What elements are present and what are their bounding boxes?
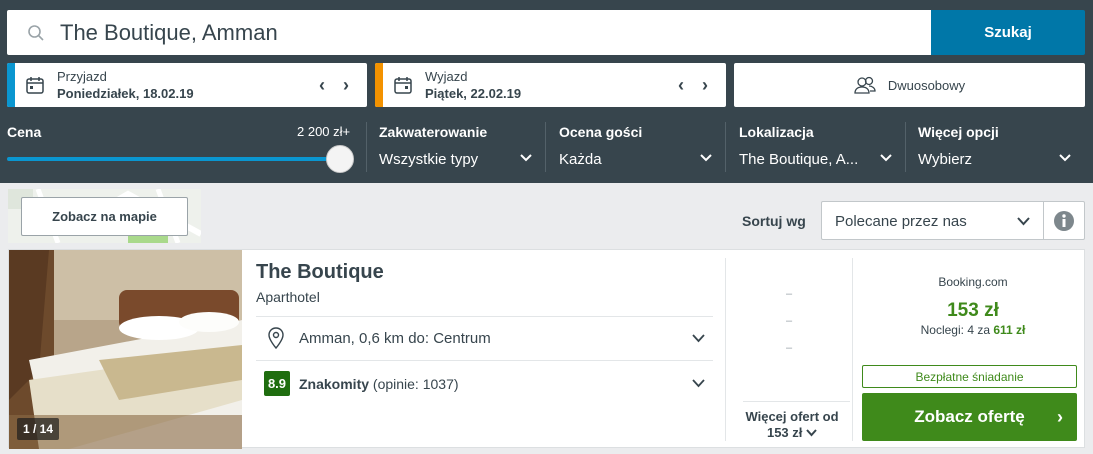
checkout-value: Piątek, 22.02.19	[425, 86, 522, 101]
filter-divider	[366, 122, 367, 172]
chevron-right-icon[interactable]: ›	[343, 76, 349, 94]
hotel-location: Amman, 0,6 km do: Centrum	[299, 330, 491, 347]
search-button[interactable]: Szukaj	[931, 10, 1085, 55]
info-icon	[1054, 210, 1074, 231]
location-filter-value[interactable]: The Boutique, A...	[739, 151, 858, 168]
price-slider-handle[interactable]	[326, 145, 354, 173]
offer-nights: Noclegi: 4 za 611 zł	[861, 323, 1085, 337]
empty-offer-dash: –	[786, 288, 793, 300]
divider	[256, 316, 713, 317]
price-slider-track[interactable]	[7, 157, 340, 161]
review-count: (opinie: 1037)	[372, 376, 459, 392]
rating-filter-label: Ocena gości	[559, 124, 643, 140]
info-button[interactable]	[1043, 201, 1085, 240]
chevron-down-icon[interactable]	[699, 153, 713, 163]
chevron-down-icon[interactable]	[519, 153, 533, 163]
free-breakfast-badge: Bezpłatne śniadanie	[862, 365, 1077, 388]
price-filter-max: 2 200 zł+	[297, 124, 351, 139]
chevron-left-icon[interactable]: ‹	[319, 76, 325, 94]
view-deal-label: Zobacz ofertę	[914, 407, 1025, 426]
chevron-down-icon	[1017, 217, 1030, 226]
nights-prefix: Noclegi: 4 za	[920, 323, 990, 337]
view-deal-button[interactable]: Zobacz ofertę ›	[862, 393, 1077, 441]
chevron-right-icon: ›	[1057, 407, 1063, 427]
location-filter-label: Lokalizacja	[739, 124, 814, 140]
filter-divider	[545, 122, 546, 172]
photo-counter: 1 / 14	[17, 418, 60, 440]
search-field[interactable]: The Boutique, Amman	[7, 10, 931, 55]
checkin-date-picker[interactable]: Przyjazd Poniedziałek, 18.02.19 ‹ ›	[7, 63, 367, 107]
filter-divider	[725, 122, 726, 172]
rating-word: Znakomity	[299, 376, 370, 392]
empty-offer-dash: –	[786, 342, 793, 354]
chevron-down-icon[interactable]	[692, 379, 705, 388]
checkin-label: Przyjazd	[57, 69, 107, 84]
price-filter-label: Cena	[7, 124, 42, 140]
rating-filter-value[interactable]: Każda	[559, 151, 602, 168]
chevron-left-icon[interactable]: ‹	[678, 76, 684, 94]
filter-divider	[905, 122, 906, 172]
hotel-type: Aparthotel	[256, 289, 320, 305]
divider	[743, 401, 850, 402]
accommodation-filter-value[interactable]: Wszystkie typy	[379, 151, 478, 168]
chevron-down-icon[interactable]	[1058, 153, 1072, 163]
checkin-accent	[7, 63, 15, 107]
guests-icon	[854, 76, 876, 94]
sort-select[interactable]: Polecane przez nas	[821, 201, 1044, 240]
checkout-date-picker[interactable]: Wyjazd Piątek, 22.02.19 ‹ ›	[375, 63, 726, 107]
search-header: The Boutique, Amman Szukaj Przyjazd Poni…	[0, 0, 1093, 183]
calendar-icon	[26, 77, 44, 94]
more-options-label: Więcej opcji	[918, 124, 999, 140]
offer-provider: Booking.com	[938, 275, 1008, 289]
chevron-down-icon	[806, 429, 817, 437]
empty-offer-dash: –	[786, 315, 793, 327]
offer-price[interactable]: 153 zł	[861, 300, 1085, 322]
room-type-label: Dwuosobowy	[887, 77, 966, 93]
chevron-down-icon[interactable]	[879, 153, 893, 163]
chevron-right-icon[interactable]: ›	[702, 76, 708, 94]
location-pin-icon	[268, 327, 284, 349]
checkout-label: Wyjazd	[425, 69, 468, 84]
more-offers-text: Więcej ofert od	[745, 409, 839, 424]
hotel-photo[interactable]: 1 / 14	[9, 250, 242, 449]
calendar-icon	[394, 77, 412, 94]
more-options-value[interactable]: Wybierz	[918, 151, 972, 168]
hotel-name[interactable]: The Boutique	[256, 261, 384, 284]
divider	[256, 360, 713, 361]
more-offers-link[interactable]: Więcej ofert od 153 zł	[731, 409, 853, 441]
column-divider	[725, 258, 726, 441]
rating-score-badge: 8.9	[264, 371, 290, 396]
checkout-accent	[375, 63, 383, 107]
sort-label: Sortuj wg	[742, 213, 806, 229]
accommodation-filter-label: Zakwaterowanie	[379, 124, 488, 140]
search-icon	[28, 24, 44, 41]
show-map-button[interactable]: Zobacz na mapie	[21, 197, 188, 236]
rating-text[interactable]: Znakomity (opinie: 1037)	[299, 376, 459, 392]
sort-value: Polecane przez nas	[835, 213, 967, 230]
more-offers-price: 153 zł	[766, 425, 803, 440]
column-divider	[852, 258, 853, 441]
chevron-down-icon[interactable]	[692, 334, 705, 343]
hotel-result-card: 1 / 14 The Boutique Aparthotel Amman, 0,…	[8, 249, 1085, 449]
room-type-selector[interactable]: Dwuosobowy	[734, 63, 1085, 107]
search-input[interactable]: The Boutique, Amman	[60, 20, 278, 46]
nights-total: 611 zł	[993, 323, 1026, 337]
checkin-value: Poniedziałek, 18.02.19	[57, 86, 194, 101]
